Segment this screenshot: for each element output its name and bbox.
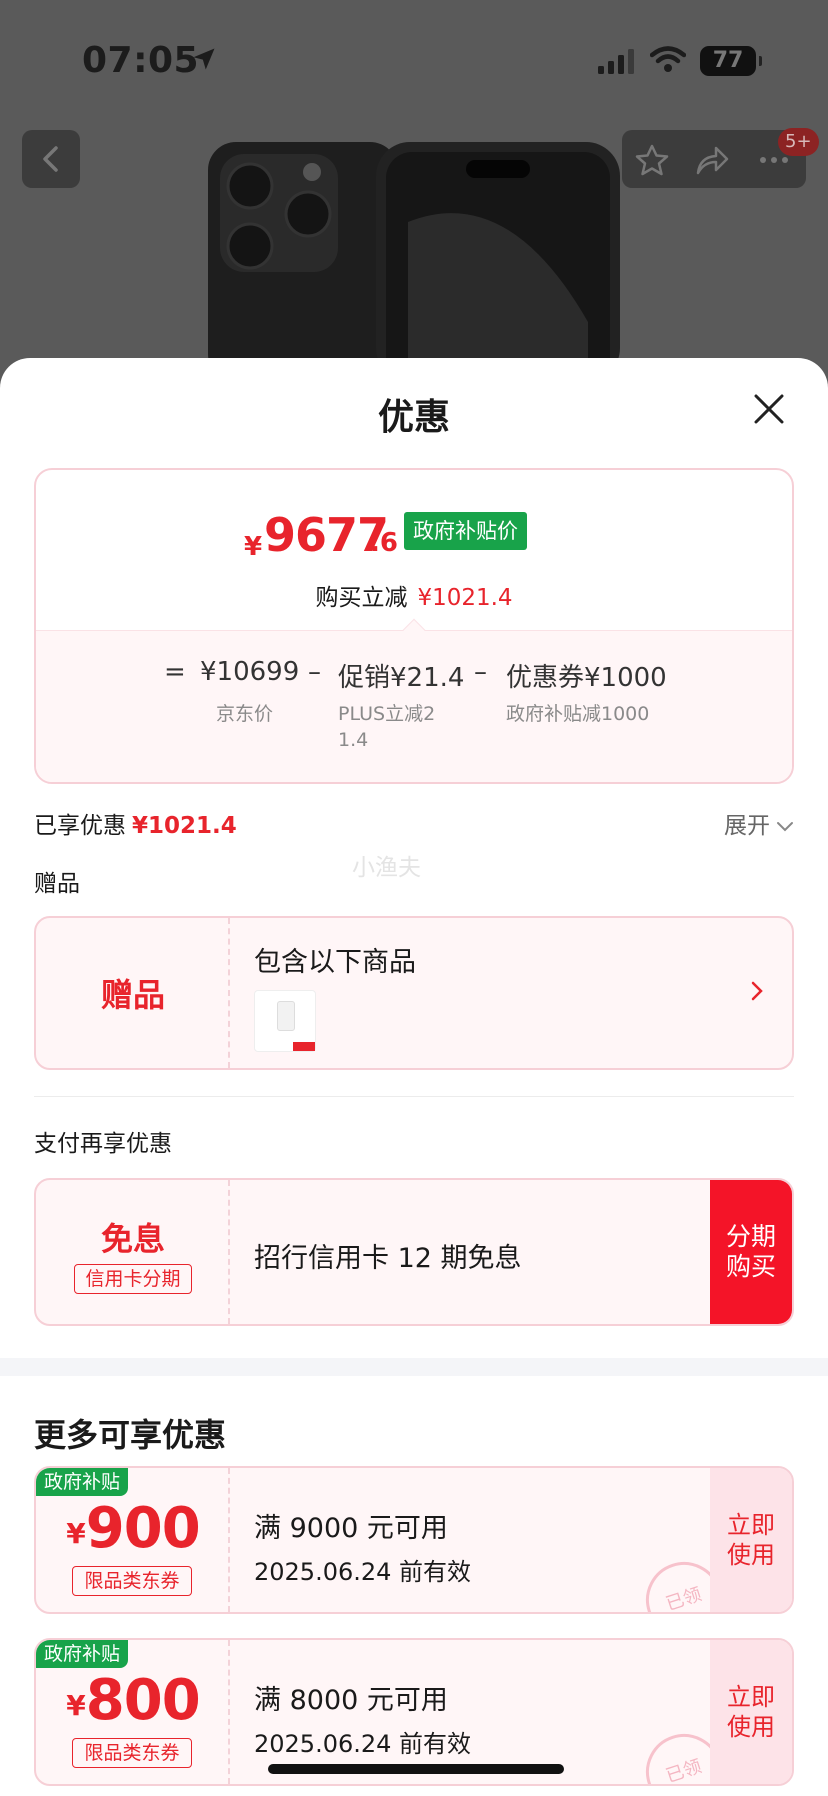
- chevron-right-icon: [751, 981, 763, 1001]
- price-currency: ¥: [244, 532, 263, 562]
- section-separator: [0, 1358, 828, 1376]
- reduction-value: ¥1021.4: [417, 585, 513, 611]
- installment-card: 免息 信用卡分期 招行信用卡 12 期免息 分期 购买: [34, 1178, 794, 1326]
- gift-card-label: 赠品: [100, 976, 165, 1014]
- price-decimal: .6: [370, 528, 398, 558]
- home-indicator: [268, 1764, 564, 1774]
- gift-description: 包含以下商品: [254, 947, 416, 978]
- discount-sheet: 优惠 ¥ 9677 .6 政府补贴价 购买立减 ¥1021.4 = ¥10699 …: [0, 358, 828, 1796]
- coupon-category: 限品类东券: [72, 1738, 192, 1768]
- promo-label: PLUS立减21.4: [338, 703, 436, 751]
- coupon-currency: ¥: [66, 1517, 86, 1550]
- gift-section-label: 赠品: [34, 871, 80, 897]
- price-breakdown-card: ¥ 9677 .6 政府补贴价 购买立减 ¥1021.4 = ¥10699 – 促…: [34, 468, 794, 784]
- use-now-button[interactable]: 立即 使用: [710, 1640, 792, 1784]
- back-button[interactable]: [22, 130, 80, 188]
- battery-indicator: 77: [700, 46, 762, 76]
- share-icon[interactable]: [694, 143, 730, 177]
- price-calculation: = ¥10699 – 促销¥21.4 – 优惠券¥1000 京东价 PLUS立减…: [36, 630, 792, 782]
- coupon-amount: ¥800: [36, 1668, 230, 1733]
- gift-card-left: 赠品: [36, 918, 230, 1068]
- calculation-row: = ¥10699 – 促销¥21.4 – 优惠券¥1000: [36, 657, 792, 697]
- product-page-background: 07:05 77 5+: [0, 0, 828, 382]
- chevron-left-icon: [43, 146, 58, 172]
- location-arrow-icon: [193, 48, 215, 70]
- star-icon[interactable]: [634, 143, 670, 177]
- thumb-tag: [293, 1042, 315, 1051]
- coupon-category: 限品类东券: [72, 1566, 192, 1596]
- use-now-button[interactable]: 立即 使用: [710, 1468, 792, 1612]
- expand-label: 展开: [724, 813, 770, 839]
- coupon-condition: 满 9000 元可用: [254, 1513, 448, 1544]
- divider: [34, 1096, 794, 1097]
- reduction-label: 购买立减: [315, 585, 408, 611]
- product-image: [208, 142, 620, 382]
- charger-icon: [277, 1001, 295, 1031]
- chevron-down-icon: [777, 821, 793, 831]
- saved-discount: 已享优惠 ¥1021.4: [34, 806, 237, 840]
- installment-buy-line2: 购买: [725, 1252, 776, 1281]
- interest-free-label: 免息: [100, 1220, 165, 1258]
- minus-sign: –: [474, 657, 487, 687]
- saved-label: 已享优惠: [34, 813, 126, 839]
- coupon-currency: ¥: [66, 1689, 86, 1722]
- saved-value: ¥1021.4: [132, 813, 237, 839]
- installment-buy-button[interactable]: 分期 购买: [710, 1180, 792, 1324]
- cellular-signal-icon: [598, 49, 634, 74]
- installment-card-left: 免息 信用卡分期: [36, 1180, 230, 1324]
- gift-thumbnail: [254, 990, 316, 1052]
- close-icon[interactable]: [752, 392, 786, 426]
- coupon-amount: ¥900: [36, 1496, 230, 1561]
- gov-subsidy-price-tag: 政府补贴价: [404, 512, 527, 550]
- notification-badge: 5+: [778, 128, 819, 156]
- coupon-validity: 2025.06.24 前有效: [254, 1558, 472, 1586]
- base-price-label: 京东价: [216, 703, 274, 725]
- installment-buy-line1: 分期: [725, 1222, 776, 1251]
- coupon-label: 政府补贴减1000: [506, 703, 650, 725]
- final-price: ¥ 9677 .6 政府补贴价: [36, 508, 792, 568]
- coupon-validity: 2025.06.24 前有效: [254, 1730, 472, 1758]
- promo-value: 促销¥21.4: [338, 663, 465, 693]
- coupon-condition: 满 8000 元可用: [254, 1685, 448, 1716]
- status-time: 07:05: [82, 40, 200, 81]
- use-now-line1: 立即: [727, 1511, 775, 1539]
- gov-subsidy-tag: 政府补贴: [36, 1468, 129, 1496]
- minus-sign: –: [308, 657, 321, 687]
- expand-toggle[interactable]: 展开: [724, 806, 794, 840]
- credit-installment-pill: 信用卡分期: [74, 1264, 192, 1294]
- coupon-value: 800: [85, 1668, 201, 1733]
- installment-description: 招行信用卡 12 期免息: [254, 1243, 522, 1274]
- coupon-value: 900: [85, 1496, 201, 1561]
- wifi-icon: [650, 46, 686, 72]
- gift-card[interactable]: 赠品 包含以下商品: [34, 916, 794, 1070]
- coupon-card: ¥900 限品类东券 政府补贴 满 9000 元可用 2025.06.24 前有…: [34, 1466, 794, 1614]
- use-now-line2: 使用: [727, 1541, 775, 1569]
- use-now-line2: 使用: [727, 1713, 775, 1741]
- equals-sign: =: [164, 657, 186, 687]
- gov-subsidy-tag: 政府补贴: [36, 1640, 129, 1668]
- instant-reduction: 购买立减 ¥1021.4: [36, 578, 792, 612]
- coupon-value: 优惠券¥1000: [506, 663, 667, 693]
- status-bar: 07:05 77: [0, 36, 828, 86]
- use-now-line1: 立即: [727, 1683, 775, 1711]
- more-offers-title: 更多可享优惠: [34, 1416, 227, 1454]
- base-price-value: ¥10699: [200, 657, 300, 687]
- sheet-title: 优惠: [377, 397, 450, 438]
- payment-section-label: 支付再享优惠: [34, 1131, 172, 1157]
- watermark: 小渔夫: [352, 855, 421, 881]
